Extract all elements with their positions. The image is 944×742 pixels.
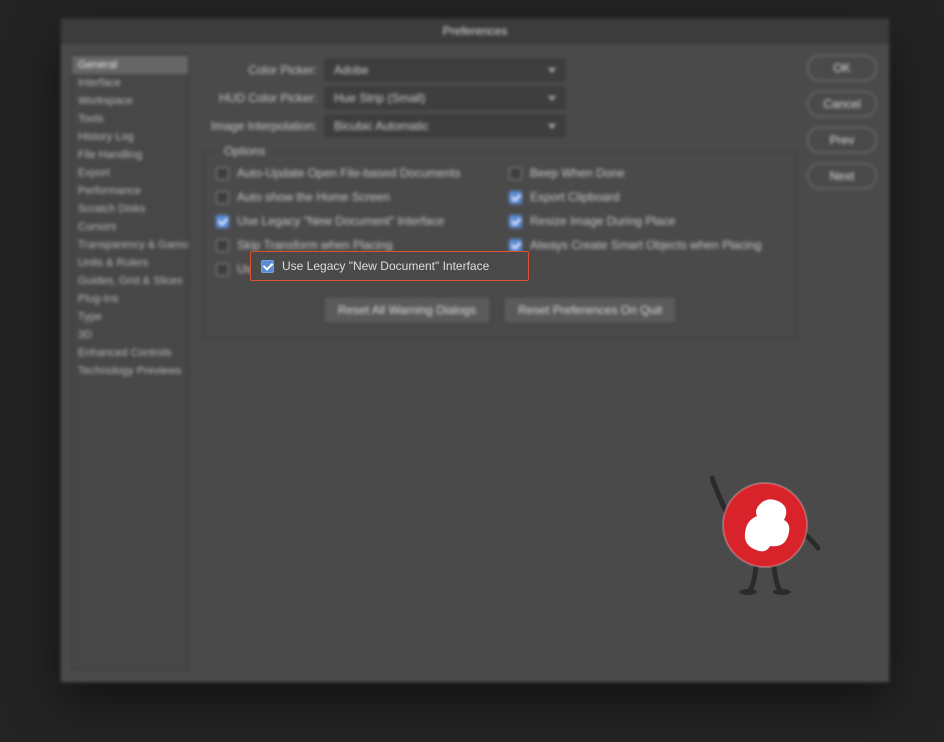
option-skip-transform[interactable]: Skip Transform when Placing — [216, 238, 491, 252]
option-label: Export Clipboard — [530, 190, 619, 204]
checkbox-icon — [509, 239, 522, 252]
chevron-down-icon — [548, 124, 556, 129]
sidebar-item-file-handling[interactable]: File Handling — [72, 146, 188, 164]
checkbox-icon — [509, 191, 522, 204]
checkbox-icon — [261, 260, 274, 273]
option-label: Auto-Update Open File-based Documents — [237, 166, 460, 180]
sidebar-item-guides-grid-slices[interactable]: Guides, Grid & Slices — [72, 272, 188, 290]
option-auto-show-home[interactable]: Auto show the Home Screen — [216, 190, 491, 204]
option-label: Skip Transform when Placing — [237, 238, 392, 252]
sidebar-item-workspace[interactable]: Workspace — [72, 92, 188, 110]
select-value: Hue Strip (Small) — [334, 91, 425, 105]
sidebar-item-cursors[interactable]: Cursors — [72, 218, 188, 236]
checkbox-icon — [216, 167, 229, 180]
reset-warnings-button[interactable]: Reset All Warning Dialogs — [323, 296, 491, 324]
mascot-icon — [710, 470, 820, 600]
option-label: Auto show the Home Screen — [237, 190, 390, 204]
cancel-button[interactable]: Cancel — [807, 91, 877, 117]
checkbox-icon — [216, 191, 229, 204]
option-label: Always Create Smart Objects when Placing — [530, 238, 761, 252]
sidebar-item-history-log[interactable]: History Log — [72, 128, 188, 146]
hud-picker-label: HUD Color Picker: — [203, 91, 325, 105]
option-auto-update[interactable]: Auto-Update Open File-based Documents — [216, 166, 491, 180]
sidebar-item-units-rulers[interactable]: Units & Rulers — [72, 254, 188, 272]
checkbox-icon — [509, 167, 522, 180]
color-picker-select[interactable]: Adobe — [325, 59, 565, 81]
interpolation-select[interactable]: Bicubic Automatic — [325, 115, 565, 137]
color-picker-label: Color Picker: — [203, 63, 325, 77]
chevron-down-icon — [548, 96, 556, 101]
next-button[interactable]: Next — [807, 163, 877, 189]
option-always-create-smart-objects[interactable]: Always Create Smart Objects when Placing — [509, 238, 784, 252]
options-fieldset: Options Auto-Update Open File-based Docu… — [203, 151, 797, 339]
sidebar-item-tools[interactable]: Tools — [72, 110, 188, 128]
highlighted-option-use-legacy-new-document[interactable]: Use Legacy "New Document" Interface — [250, 251, 529, 281]
option-label: Beep When Done — [530, 166, 625, 180]
prev-button[interactable]: Prev — [807, 127, 877, 153]
select-value: Adobe — [334, 63, 369, 77]
checkbox-icon — [216, 239, 229, 252]
option-resize-image-during-place[interactable]: Resize Image During Place — [509, 214, 784, 228]
sidebar-item-scratch-disks[interactable]: Scratch Disks — [72, 200, 188, 218]
option-label: Resize Image During Place — [530, 214, 675, 228]
sidebar-item-enhanced-controls[interactable]: Enhanced Controls — [72, 344, 188, 362]
category-sidebar: General Interface Workspace Tools Histor… — [71, 53, 189, 670]
hud-picker-select[interactable]: Hue Strip (Small) — [325, 87, 565, 109]
sidebar-item-general[interactable]: General — [72, 56, 188, 74]
option-label: Use Legacy "New Document" Interface — [237, 214, 444, 228]
sidebar-item-technology-previews[interactable]: Technology Previews — [72, 362, 188, 380]
options-legend: Options — [218, 144, 271, 158]
sidebar-item-type[interactable]: Type — [72, 308, 188, 326]
sidebar-item-plug-ins[interactable]: Plug-Ins — [72, 290, 188, 308]
option-beep-when-done[interactable]: Beep When Done — [509, 166, 784, 180]
chevron-down-icon — [548, 68, 556, 73]
sidebar-item-performance[interactable]: Performance — [72, 182, 188, 200]
sidebar-item-transparency-gamut[interactable]: Transparency & Gamut — [72, 236, 188, 254]
ok-button[interactable]: OK — [807, 55, 877, 81]
checkbox-icon — [216, 263, 229, 276]
sidebar-item-3d[interactable]: 3D — [72, 326, 188, 344]
interpolation-label: Image Interpolation: — [203, 119, 325, 133]
option-use-legacy-new-document[interactable]: Use Legacy "New Document" Interface — [216, 214, 491, 228]
reset-on-quit-button[interactable]: Reset Preferences On Quit — [503, 296, 677, 324]
sidebar-item-export[interactable]: Export — [72, 164, 188, 182]
option-export-clipboard[interactable]: Export Clipboard — [509, 190, 784, 204]
dialog-title: Preferences — [61, 19, 889, 43]
checkbox-icon — [216, 215, 229, 228]
checkbox-icon — [509, 215, 522, 228]
select-value: Bicubic Automatic — [334, 119, 429, 133]
option-label: Use Legacy "New Document" Interface — [282, 259, 489, 273]
sidebar-item-interface[interactable]: Interface — [72, 74, 188, 92]
